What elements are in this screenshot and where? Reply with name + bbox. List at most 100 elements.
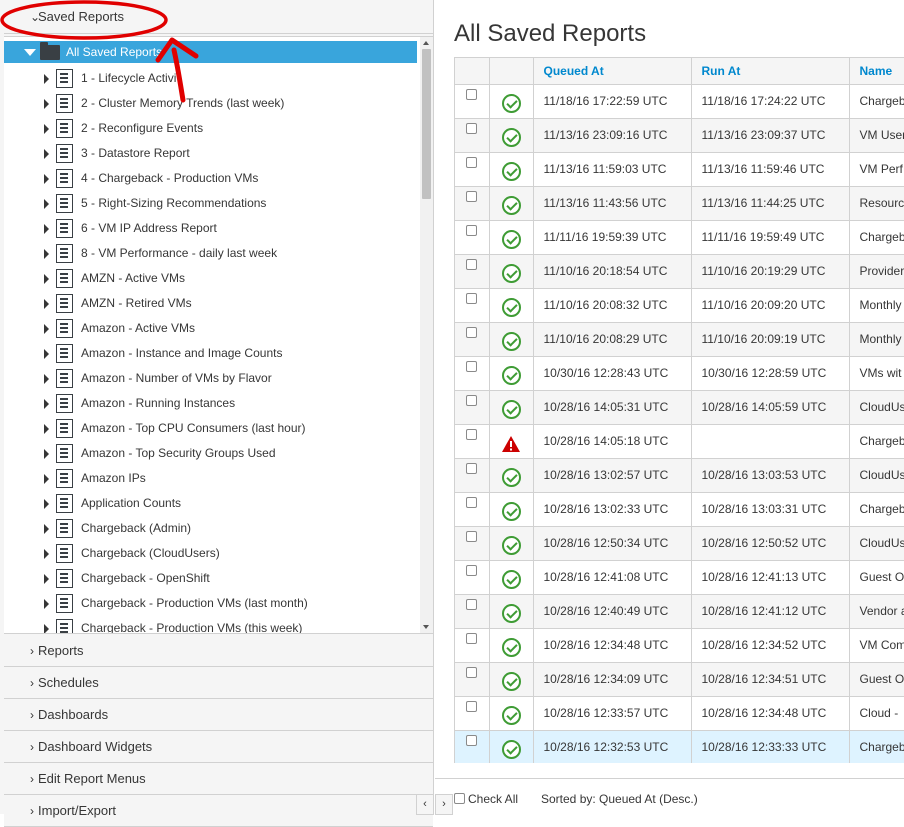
expand-right-icon[interactable] [44, 324, 49, 334]
expand-right-icon[interactable] [44, 224, 49, 234]
tree-item[interactable]: Amazon - Number of VMs by Flavor [4, 366, 417, 391]
table-row[interactable]: 10/28/16 14:05:31 UTC 10/28/16 14:05:59 U… [455, 390, 904, 425]
check-all-checkbox[interactable] [454, 793, 465, 804]
row-checkbox[interactable] [466, 462, 478, 474]
next-page-button[interactable]: › [435, 794, 453, 815]
tree-item[interactable]: Chargeback (Admin) [4, 516, 417, 541]
row-checkbox[interactable] [466, 700, 478, 712]
tree-item[interactable]: Amazon - Top Security Groups Used [4, 441, 417, 466]
row-checkbox[interactable] [466, 122, 478, 134]
accordion-dashboard-widgets[interactable]: › Dashboard Widgets [4, 731, 433, 763]
tree-item[interactable]: Chargeback - Production VMs (last month) [4, 591, 417, 616]
tree-item[interactable]: AMZN - Active VMs [4, 266, 417, 291]
expand-right-icon[interactable] [44, 499, 49, 509]
accordion-reports[interactable]: › Reports [4, 635, 433, 667]
expand-right-icon[interactable] [44, 424, 49, 434]
row-checkbox[interactable] [466, 88, 478, 100]
accordion-edit-report-menus[interactable]: › Edit Report Menus [4, 763, 433, 795]
table-row[interactable]: 11/13/16 11:43:56 UTC 11/13/16 11:44:25 U… [455, 186, 904, 221]
scroll-down-icon[interactable] [423, 625, 429, 629]
expand-right-icon[interactable] [44, 274, 49, 284]
tree-item[interactable]: 1 - Lifecycle Activi [4, 66, 417, 91]
accordion-saved-reports[interactable]: ⌄ Saved Reports [4, 0, 433, 34]
tree-item[interactable]: Amazon IPs [4, 466, 417, 491]
expand-right-icon[interactable] [44, 374, 49, 384]
table-row[interactable]: 10/28/16 12:50:34 UTC 10/28/16 12:50:52 U… [455, 526, 904, 561]
expand-right-icon[interactable] [44, 574, 49, 584]
tree-item[interactable]: Chargeback (CloudUsers) [4, 541, 417, 566]
expand-right-icon[interactable] [44, 174, 49, 184]
table-row[interactable]: 11/10/16 20:08:29 UTC 11/10/16 20:09:19 U… [455, 322, 904, 357]
table-row[interactable]: 11/18/16 17:22:59 UTC 11/18/16 17:24:22 U… [455, 84, 904, 119]
table-row[interactable]: 10/28/16 13:02:33 UTC 10/28/16 13:03:31 U… [455, 492, 904, 527]
tree-item[interactable]: 2 - Cluster Memory Trends (last week) [4, 91, 417, 116]
tree-item[interactable]: Amazon - Active VMs [4, 316, 417, 341]
tree-item[interactable]: 6 - VM IP Address Report [4, 216, 417, 241]
tree-item[interactable]: Application Counts [4, 491, 417, 516]
expand-right-icon[interactable] [44, 599, 49, 609]
row-checkbox[interactable] [466, 564, 478, 576]
expand-right-icon[interactable] [44, 524, 49, 534]
row-checkbox[interactable] [466, 666, 478, 678]
table-row[interactable]: 11/10/16 20:18:54 UTC 11/10/16 20:19:29 U… [455, 254, 904, 289]
row-checkbox[interactable] [466, 496, 478, 508]
table-row[interactable]: 10/28/16 12:34:48 UTC 10/28/16 12:34:52 U… [455, 628, 904, 663]
table-row[interactable]: 11/13/16 23:09:16 UTC 11/13/16 23:09:37 U… [455, 118, 904, 153]
row-checkbox[interactable] [466, 632, 478, 644]
expand-right-icon[interactable] [44, 624, 49, 633]
check-all[interactable]: Check All [454, 792, 518, 806]
tree-item[interactable]: Chargeback - Production VMs (this week) [4, 616, 417, 633]
expand-right-icon[interactable] [44, 349, 49, 359]
row-checkbox[interactable] [466, 258, 478, 270]
column-header-queued-at[interactable]: Queued At [533, 58, 692, 85]
table-row[interactable]: 10/28/16 12:34:09 UTC 10/28/16 12:34:51 U… [455, 662, 904, 697]
table-row[interactable]: 10/28/16 12:40:49 UTC 10/28/16 12:41:12 U… [455, 594, 904, 629]
tree-item[interactable]: Amazon - Instance and Image Counts [4, 341, 417, 366]
accordion-schedules[interactable]: › Schedules [4, 667, 433, 699]
scrollbar-thumb[interactable] [422, 49, 431, 199]
expand-right-icon[interactable] [44, 299, 49, 309]
row-checkbox[interactable] [466, 292, 478, 304]
tree-item[interactable]: Chargeback - OpenShift [4, 566, 417, 591]
expand-right-icon[interactable] [44, 549, 49, 559]
table-row[interactable]: 10/28/16 12:41:08 UTC 10/28/16 12:41:13 U… [455, 560, 904, 595]
tree-item[interactable]: Amazon - Running Instances [4, 391, 417, 416]
row-checkbox[interactable] [466, 734, 478, 746]
tree-item[interactable]: 5 - Right-Sizing Recommendations [4, 191, 417, 216]
expand-right-icon[interactable] [44, 124, 49, 134]
row-checkbox[interactable] [466, 360, 478, 372]
table-row[interactable]: 10/28/16 12:32:53 UTC 10/28/16 12:33:33 U… [455, 730, 904, 763]
expand-right-icon[interactable] [44, 74, 49, 84]
table-row[interactable]: 10/28/16 12:33:57 UTC 10/28/16 12:34:48 U… [455, 696, 904, 731]
column-header-run-at[interactable]: Run At [691, 58, 850, 85]
expand-right-icon[interactable] [44, 449, 49, 459]
row-checkbox[interactable] [466, 530, 478, 542]
scroll-up-icon[interactable] [423, 41, 429, 45]
table-row[interactable]: 10/30/16 12:28:43 UTC 10/30/16 12:28:59 U… [455, 356, 904, 391]
tree-item[interactable]: 2 - Reconfigure Events [4, 116, 417, 141]
expand-right-icon[interactable] [44, 99, 49, 109]
table-row[interactable]: 11/10/16 20:08:32 UTC 11/10/16 20:09:20 U… [455, 288, 904, 323]
column-header-name[interactable]: Name [849, 58, 904, 85]
row-checkbox[interactable] [466, 156, 478, 168]
row-checkbox[interactable] [466, 224, 478, 236]
tree-root-all-saved-reports[interactable]: All Saved Reports [4, 41, 417, 63]
expand-right-icon[interactable] [44, 399, 49, 409]
tree-item[interactable]: Amazon - Top CPU Consumers (last hour) [4, 416, 417, 441]
table-row[interactable]: 10/28/16 13:02:57 UTC 10/28/16 13:03:53 U… [455, 458, 904, 493]
accordion-import-export[interactable]: › Import/Export [4, 795, 433, 827]
row-checkbox[interactable] [466, 394, 478, 406]
prev-page-button[interactable]: ‹ [416, 794, 434, 815]
expand-right-icon[interactable] [44, 199, 49, 209]
expand-down-icon[interactable] [24, 49, 36, 56]
table-row[interactable]: 11/13/16 11:59:03 UTC 11/13/16 11:59:46 U… [455, 152, 904, 187]
tree-item[interactable]: 4 - Chargeback - Production VMs [4, 166, 417, 191]
expand-right-icon[interactable] [44, 474, 49, 484]
row-checkbox[interactable] [466, 598, 478, 610]
expand-right-icon[interactable] [44, 149, 49, 159]
table-row[interactable]: 10/28/16 14:05:18 UTC Chargeb [455, 424, 904, 459]
expand-right-icon[interactable] [44, 249, 49, 259]
tree-item[interactable]: 8 - VM Performance - daily last week [4, 241, 417, 266]
tree-scrollbar[interactable] [420, 37, 433, 633]
row-checkbox[interactable] [466, 326, 478, 338]
